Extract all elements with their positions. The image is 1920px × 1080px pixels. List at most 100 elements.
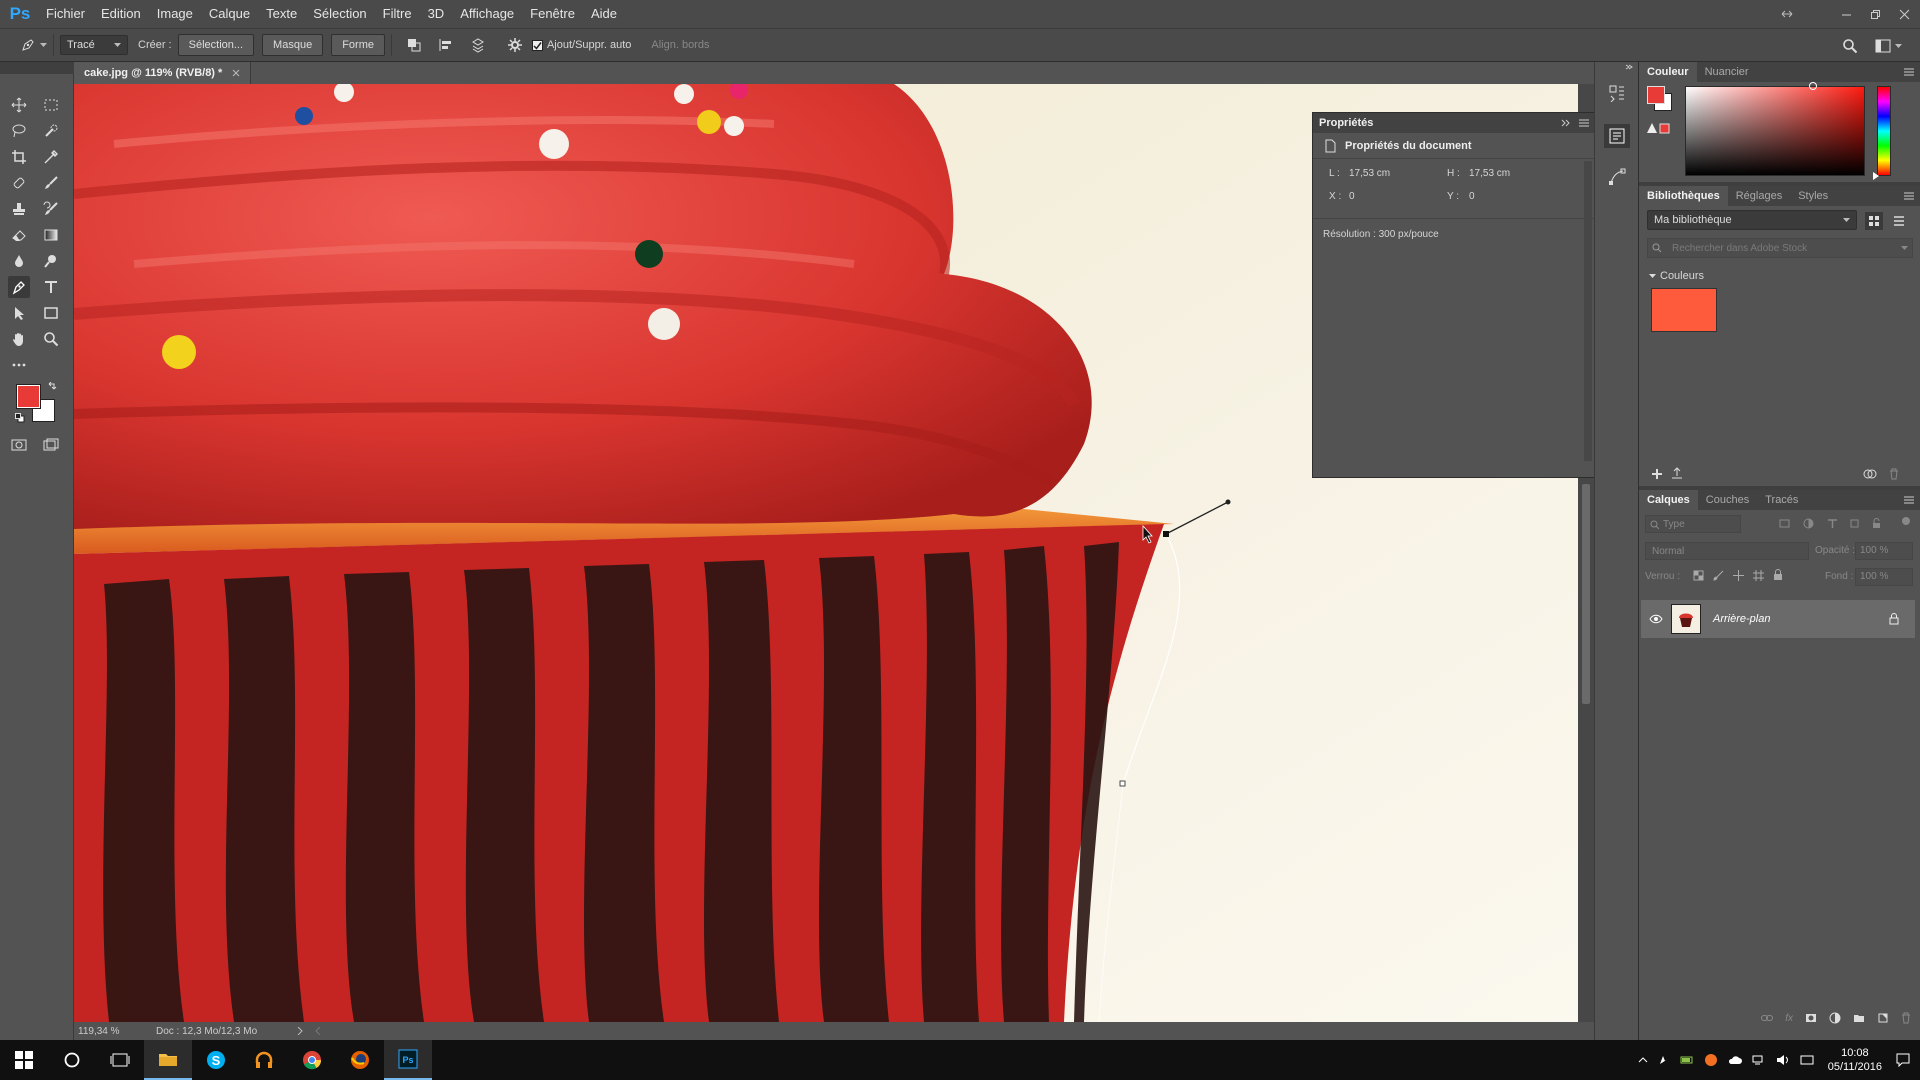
zoom-tool-icon[interactable]	[40, 328, 62, 350]
tab-bibliotheques[interactable]: Bibliothèques	[1639, 186, 1728, 206]
delete-layer-icon[interactable]	[1901, 1012, 1911, 1024]
eraser-tool-icon[interactable]	[8, 224, 30, 246]
blur-tool-icon[interactable]	[8, 250, 30, 272]
panel-menu-icon[interactable]	[1904, 192, 1914, 200]
foreground-color-swatch[interactable]	[16, 384, 41, 409]
lock-position-icon[interactable]	[1733, 570, 1744, 581]
creative-cloud-icon[interactable]	[1863, 468, 1877, 480]
more-tools-icon[interactable]	[8, 354, 30, 376]
collapse-strip-icon[interactable]	[1625, 64, 1633, 70]
lock-transparency-icon[interactable]	[1693, 570, 1704, 581]
scroll-thumb[interactable]	[1582, 484, 1590, 704]
firefox-icon[interactable]	[336, 1040, 384, 1080]
tab-calques[interactable]: Calques	[1639, 490, 1698, 510]
tab-styles[interactable]: Styles	[1790, 186, 1836, 206]
library-select[interactable]: Ma bibliothèque	[1647, 210, 1857, 230]
grid-view-icon[interactable]	[1865, 212, 1883, 230]
menu-affichage[interactable]: Affichage	[452, 0, 522, 28]
path-selection-tool-icon[interactable]	[8, 302, 30, 324]
panel-fg-color[interactable]	[1647, 86, 1665, 104]
add-mask-icon[interactable]	[1805, 1012, 1817, 1024]
collapse-panel-icon[interactable]	[1561, 119, 1571, 127]
chrome-icon[interactable]	[288, 1040, 336, 1080]
menu-filtre[interactable]: Filtre	[375, 0, 420, 28]
action-center-icon[interactable]	[1896, 1053, 1910, 1067]
stock-search-field[interactable]: Rechercher dans Adobe Stock	[1647, 238, 1913, 258]
new-group-icon[interactable]	[1853, 1013, 1865, 1023]
eyedropper-tool-icon[interactable]	[40, 146, 62, 168]
height-value[interactable]: 17,53 cm	[1469, 168, 1510, 179]
gear-icon[interactable]	[507, 38, 522, 52]
tab-couches[interactable]: Couches	[1698, 490, 1757, 510]
brush-tool-icon[interactable]	[40, 172, 62, 194]
cortana-icon[interactable]	[48, 1040, 96, 1080]
colors-section-header[interactable]: Couleurs	[1649, 270, 1704, 282]
list-view-icon[interactable]	[1893, 215, 1905, 227]
swap-colors-icon[interactable]	[47, 382, 57, 392]
tray-keyboard-icon[interactable]	[1800, 1055, 1814, 1065]
lock-all-icon[interactable]	[1773, 569, 1783, 581]
tray-volume-icon[interactable]	[1776, 1054, 1790, 1066]
tray-network-icon[interactable]	[1752, 1054, 1766, 1066]
x-value[interactable]: 0	[1349, 191, 1355, 202]
paths-panel-icon[interactable]	[1608, 168, 1626, 186]
tray-avast-icon[interactable]	[1704, 1053, 1718, 1067]
photoshop-taskbar-icon[interactable]: Ps	[384, 1040, 432, 1080]
task-view-icon[interactable]	[96, 1040, 144, 1080]
properties-panel-icon[interactable]	[1604, 124, 1630, 148]
layer-row[interactable]: Arrière-plan	[1641, 600, 1915, 638]
blend-mode-select[interactable]: Normal	[1645, 542, 1809, 560]
zoom-level[interactable]: 119,34 %	[74, 1026, 144, 1037]
panel-menu-icon[interactable]	[1904, 68, 1914, 76]
filter-pixel-icon[interactable]	[1779, 518, 1790, 529]
color-field[interactable]	[1685, 86, 1865, 176]
library-color-swatch[interactable]	[1651, 288, 1717, 332]
file-explorer-icon[interactable]	[144, 1040, 192, 1080]
panel-menu-icon[interactable]	[1904, 496, 1914, 504]
filter-smart-object-icon[interactable]	[1871, 518, 1882, 529]
panel-scrollbar[interactable]	[1584, 161, 1592, 461]
restore-arrows-icon[interactable]	[1781, 9, 1793, 19]
lock-artboard-icon[interactable]	[1753, 570, 1764, 581]
filter-toggle-icon[interactable]	[1901, 516, 1911, 526]
layer-lock-icon[interactable]	[1889, 613, 1899, 625]
move-tool-icon[interactable]	[8, 94, 30, 116]
skype-icon[interactable]: S	[192, 1040, 240, 1080]
tray-app-icon[interactable]	[1658, 1054, 1670, 1066]
hue-slider[interactable]	[1877, 86, 1891, 176]
hand-tool-icon[interactable]	[8, 328, 30, 350]
screen-mode-icon[interactable]	[40, 434, 62, 456]
layer-name[interactable]: Arrière-plan	[1713, 613, 1770, 625]
marquee-tool-icon[interactable]	[40, 94, 62, 116]
menu-selection[interactable]: Sélection	[305, 0, 374, 28]
default-colors-icon[interactable]	[15, 413, 25, 423]
adjustment-layer-icon[interactable]	[1829, 1012, 1841, 1024]
minimize-icon[interactable]	[1841, 9, 1852, 20]
add-content-icon[interactable]	[1651, 468, 1663, 480]
menu-fenetre[interactable]: Fenêtre	[522, 0, 583, 28]
start-button[interactable]	[0, 1040, 48, 1080]
trash-icon[interactable]	[1889, 468, 1899, 480]
new-layer-icon[interactable]	[1877, 1012, 1889, 1024]
history-panel-icon[interactable]	[1608, 84, 1626, 102]
type-tool-icon[interactable]	[40, 276, 62, 298]
tray-battery-icon[interactable]	[1680, 1055, 1694, 1065]
lock-pixels-icon[interactable]	[1713, 570, 1724, 581]
path-operations-icon[interactable]	[406, 37, 422, 53]
mode-select[interactable]: Tracé	[60, 35, 128, 55]
gradient-tool-icon[interactable]	[40, 224, 62, 246]
link-layers-icon[interactable]	[1761, 1014, 1774, 1022]
fx-icon[interactable]: fx	[1785, 1013, 1793, 1024]
tab-couleur[interactable]: Couleur	[1639, 62, 1697, 82]
maximize-icon[interactable]	[1870, 9, 1881, 20]
chevron-right-icon[interactable]	[297, 1027, 303, 1035]
path-arrangement-icon[interactable]	[470, 37, 486, 53]
pen-tool-preset-icon[interactable]	[20, 37, 47, 53]
layer-filter-select[interactable]: Type	[1645, 515, 1741, 533]
hue-slider-handle[interactable]	[1873, 172, 1879, 180]
filter-type-icon[interactable]	[1827, 518, 1838, 529]
workspace-switcher-icon[interactable]	[1875, 39, 1902, 53]
mask-button[interactable]: Masque	[262, 34, 324, 56]
quick-selection-tool-icon[interactable]	[40, 120, 62, 142]
clock[interactable]: 10:08 05/11/2016	[1828, 1046, 1882, 1074]
